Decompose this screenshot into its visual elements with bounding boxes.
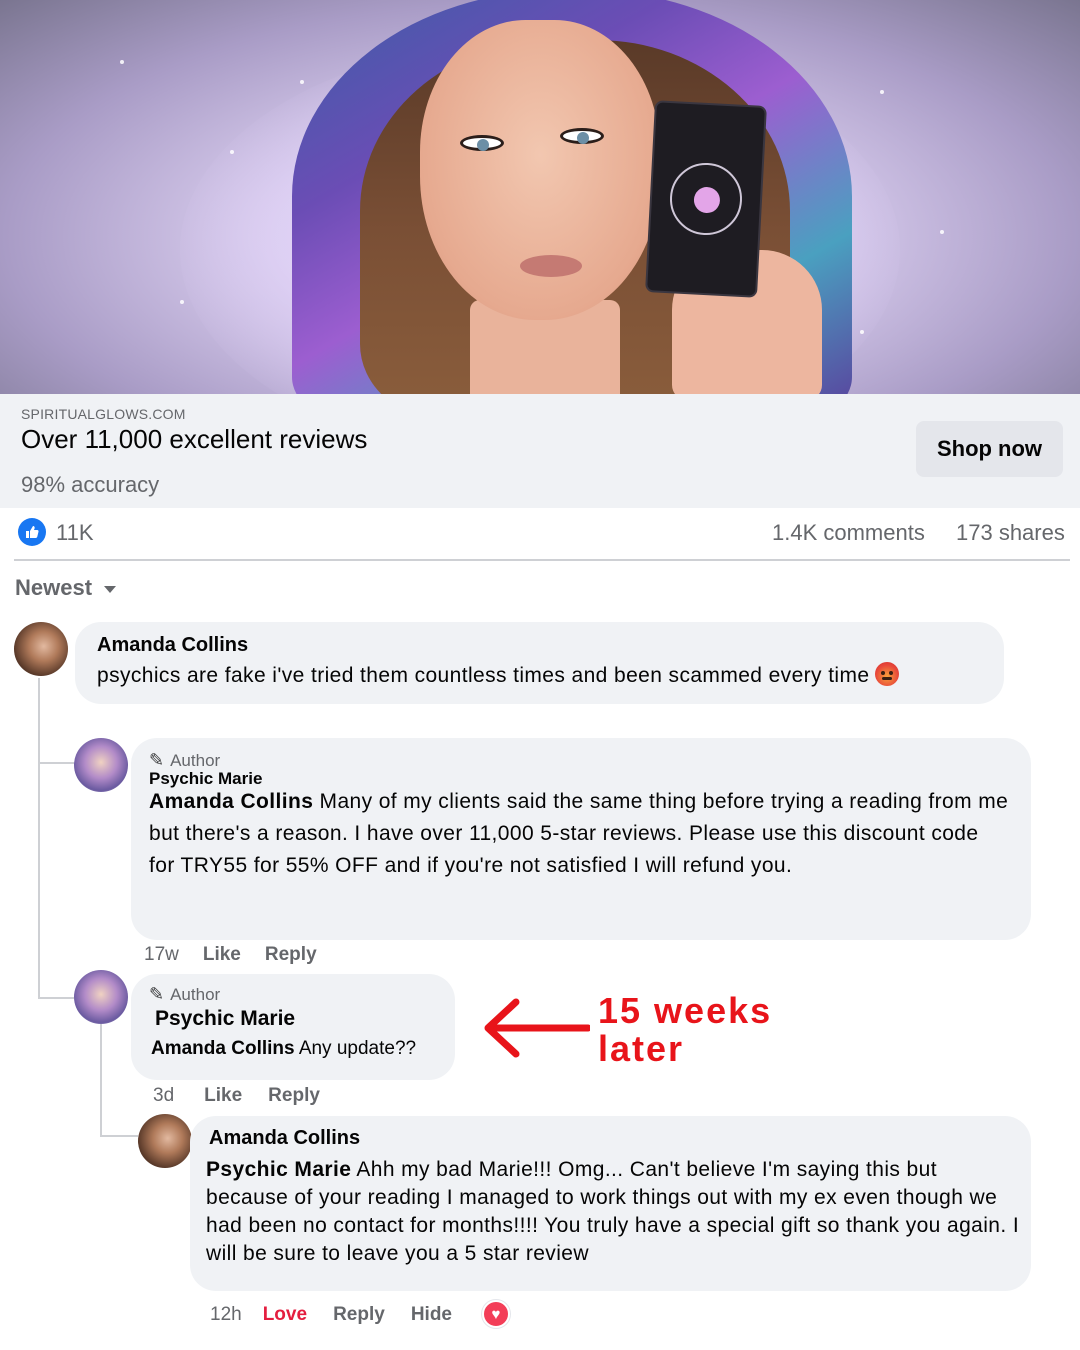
sparkle-icon (880, 90, 884, 94)
sparkle-icon (230, 150, 234, 154)
sparkle-icon (860, 330, 864, 334)
sparkle-icon (300, 80, 304, 84)
thread-line (100, 1024, 102, 1136)
comment-bubble: Amanda Collins Psychic Marie Ahh my bad … (190, 1116, 1031, 1291)
red-arrow-icon (484, 998, 590, 1058)
comment-author[interactable]: Psychic Marie (155, 1007, 295, 1031)
avatar[interactable] (14, 622, 68, 676)
pencil-icon: ✎ (149, 750, 165, 770)
reply-button[interactable]: Reply (333, 1304, 385, 1326)
like-reaction-icon[interactable] (18, 518, 46, 546)
comment-body: Any update?? (298, 1038, 417, 1059)
thread-line (38, 997, 74, 999)
author-badge: ✎ Author (149, 750, 220, 771)
shares-count[interactable]: 173 shares (956, 520, 1065, 546)
comment-bubble: ✎ Author Psychic Marie Amanda Collins Ma… (131, 738, 1031, 940)
sparkle-icon (120, 60, 124, 64)
like-button[interactable]: Like (204, 1085, 242, 1107)
annotation-text: 15 weeks later (598, 992, 772, 1068)
annotation-line: 15 weeks (598, 990, 773, 1031)
divider (14, 559, 1070, 561)
thumbs-up-icon (26, 526, 39, 538)
comment-bubble: ✎ Author Psychic Marie Amanda Collins An… (131, 974, 455, 1080)
comment-text: Amanda Collins Any update?? (151, 1038, 416, 1060)
comment-author[interactable]: Amanda Collins (97, 634, 248, 657)
eye (560, 128, 604, 144)
thread-line (38, 762, 74, 764)
comment-text: psychics are fake i've tried them countl… (97, 660, 900, 692)
pencil-icon: ✎ (149, 984, 165, 1004)
author-badge: ✎ Author (149, 984, 220, 1005)
shop-now-button[interactable]: Shop now (916, 421, 1063, 477)
comments-count[interactable]: 1.4K comments (772, 520, 925, 546)
lips (520, 255, 582, 277)
comment-actions: 3d Like Reply (153, 1085, 320, 1107)
love-button[interactable]: Love (263, 1304, 307, 1326)
link-description: 98% accuracy (21, 472, 160, 497)
mention-tag[interactable]: Psychic Marie (206, 1158, 351, 1181)
annotation-line: later (598, 1028, 685, 1069)
sparkle-icon (940, 230, 944, 234)
heart-icon[interactable]: ♥ (482, 1300, 510, 1328)
author-badge-label: Author (170, 984, 221, 1004)
thread-line (38, 678, 40, 998)
tarot-card (645, 100, 767, 298)
mention-tag[interactable]: Amanda Collins (149, 790, 313, 813)
eye (460, 135, 504, 151)
author-badge-label: Author (170, 750, 221, 770)
hide-button[interactable]: Hide (411, 1304, 452, 1326)
link-domain: SPIRITUALGLOWS.COM (21, 406, 186, 422)
comment-bubble: Amanda Collins psychics are fake i've tr… (75, 622, 1004, 704)
comment-time[interactable]: 17w (144, 944, 179, 966)
sparkle-icon (180, 300, 184, 304)
reply-button[interactable]: Reply (268, 1085, 320, 1107)
angry-face-icon (875, 662, 900, 687)
ad-hero-image[interactable] (0, 0, 1080, 394)
mention-tag[interactable]: Amanda Collins (151, 1038, 295, 1059)
avatar[interactable] (74, 738, 128, 792)
link-headline[interactable]: Over 11,000 excellent reviews (21, 424, 367, 455)
thread-line (100, 1135, 138, 1137)
comment-time[interactable]: 12h (210, 1304, 242, 1326)
comment-author[interactable]: Amanda Collins (209, 1127, 360, 1150)
reply-button[interactable]: Reply (265, 944, 317, 966)
comment-text: Amanda Collins Many of my clients said t… (149, 786, 1009, 882)
like-button[interactable]: Like (203, 944, 241, 966)
caret-down-icon (104, 586, 117, 593)
comment-actions: 17w Like Reply (144, 944, 317, 966)
comment-body: psychics are fake i've tried them countl… (97, 664, 870, 687)
comment-time[interactable]: 3d (153, 1085, 174, 1107)
avatar[interactable] (138, 1114, 192, 1168)
like-count[interactable]: 11K (56, 520, 94, 546)
comment-text: Psychic Marie Ahh my bad Marie!!! Omg...… (206, 1156, 1022, 1268)
comment-sort-dropdown[interactable]: Newest (15, 575, 117, 601)
comment-actions: 12h Love Reply Hide (210, 1304, 452, 1326)
sort-label: Newest (15, 575, 93, 600)
avatar[interactable] (74, 970, 128, 1024)
